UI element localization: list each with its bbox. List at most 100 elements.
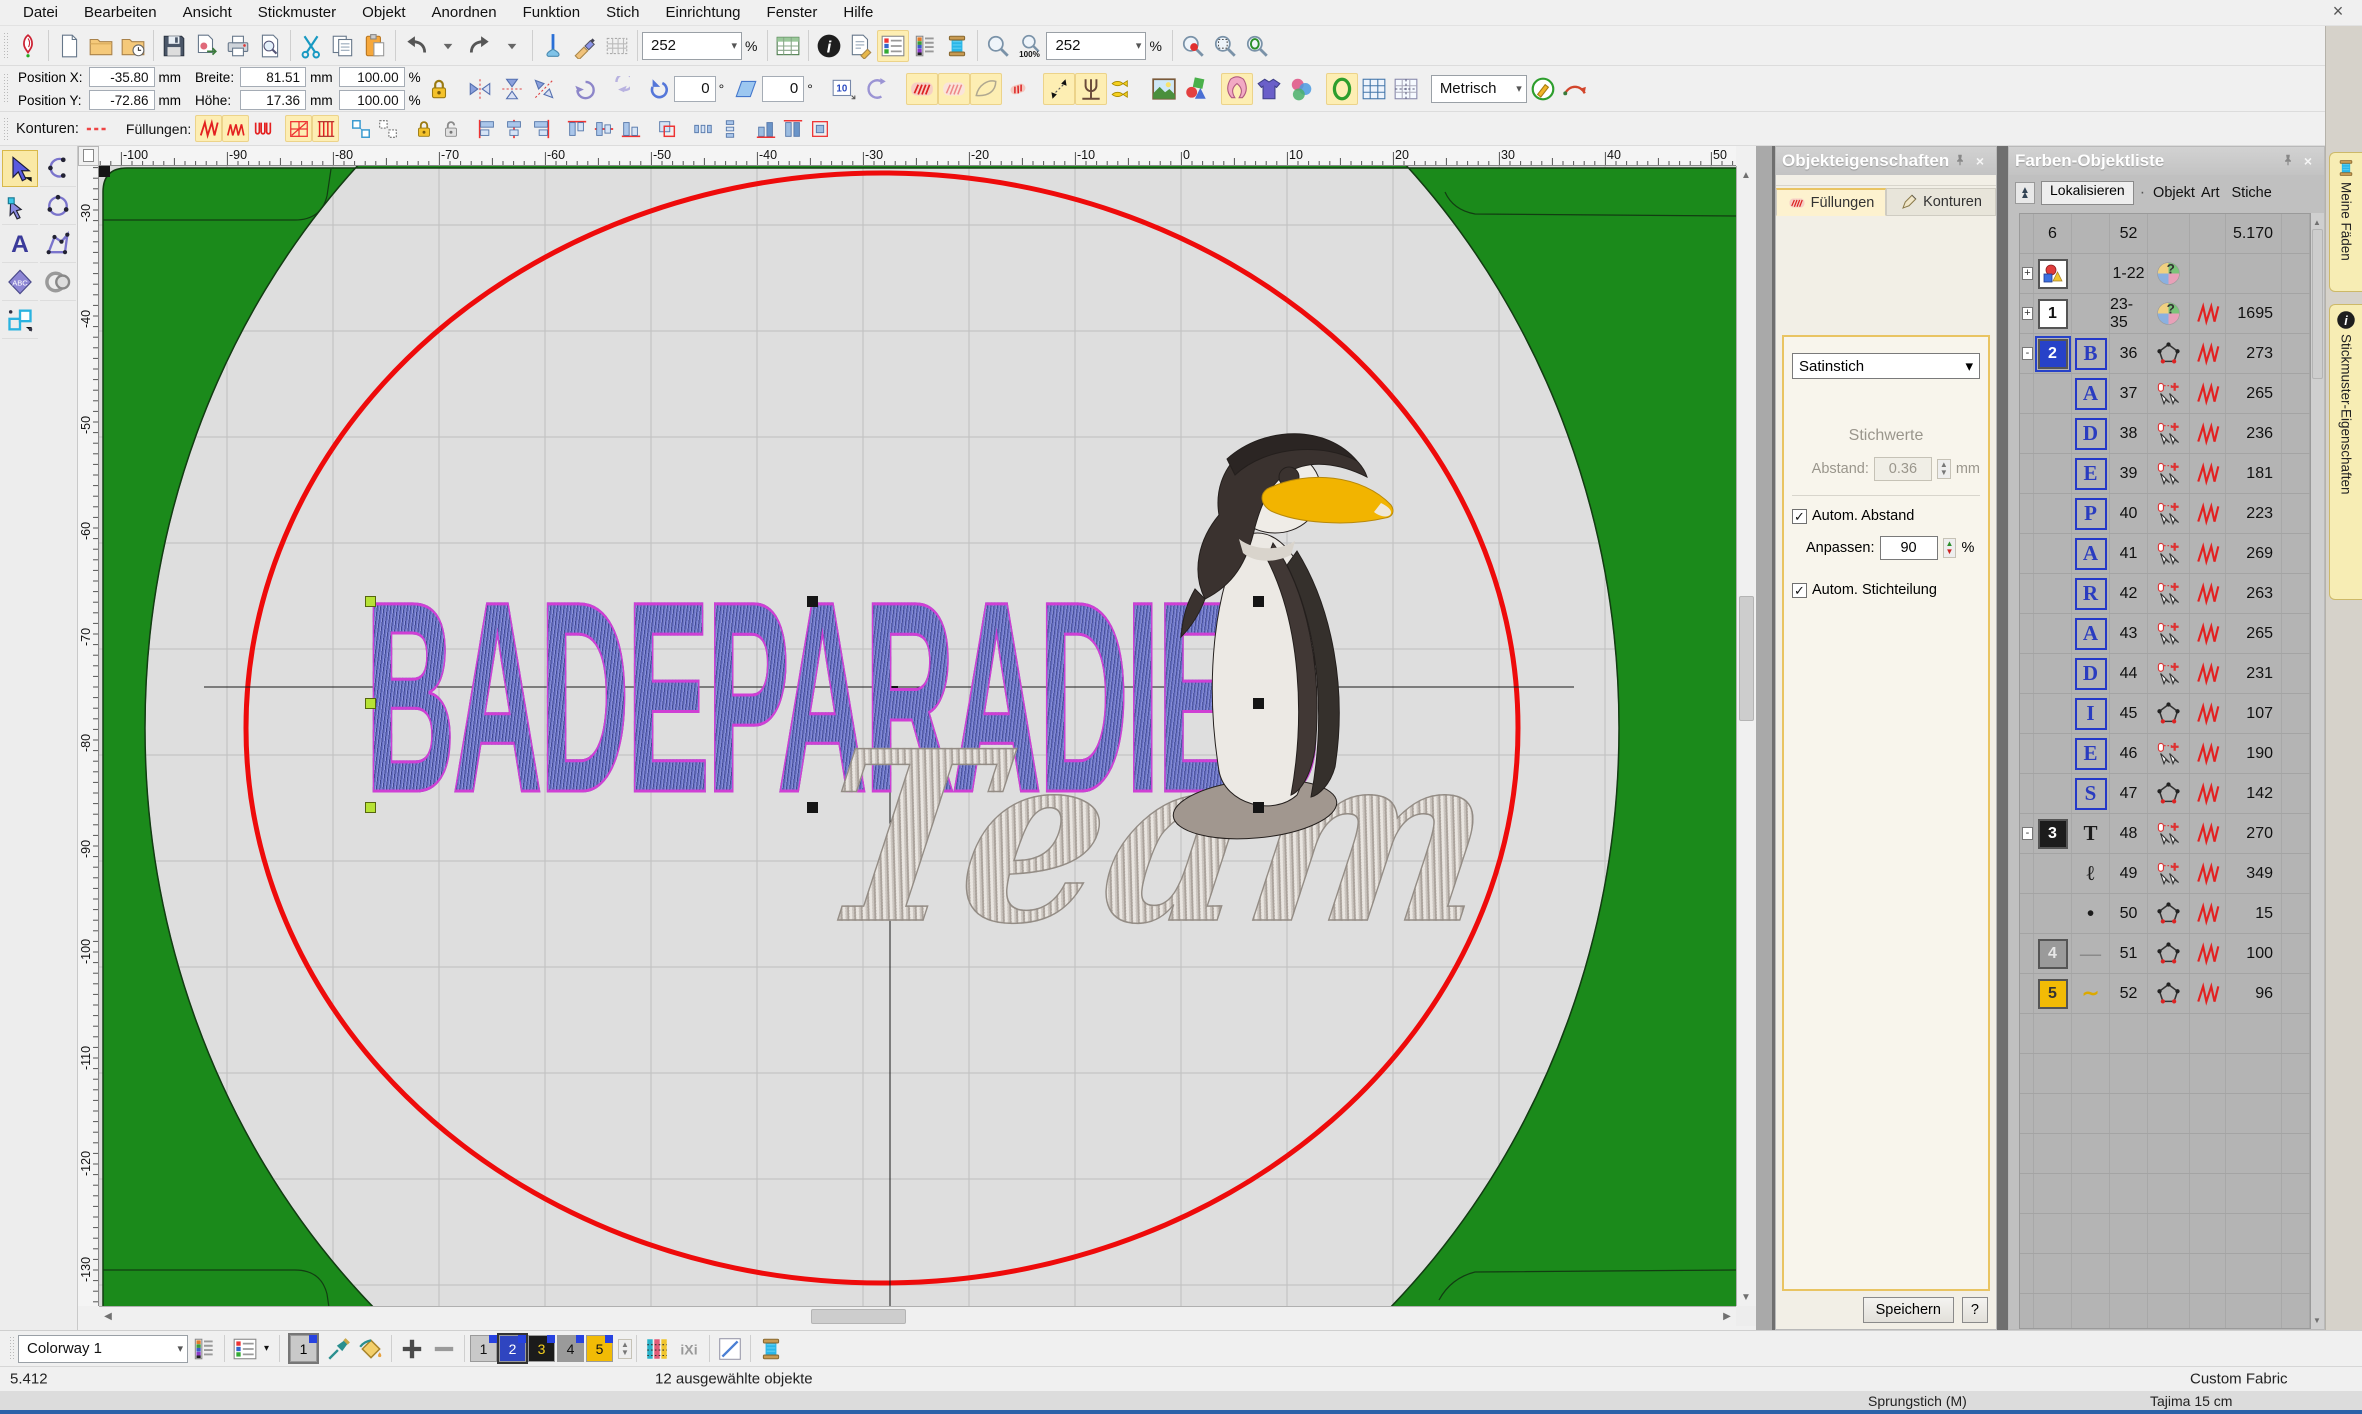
window-close-button[interactable]: ×: [2326, 1, 2350, 22]
skew-angle-field[interactable]: 0: [762, 76, 804, 102]
abstand-field[interactable]: 0.36: [1874, 457, 1932, 481]
auto-abstand-checkbox[interactable]: ✓: [1792, 509, 1807, 524]
hscrollbar-thumb[interactable]: [811, 1309, 906, 1324]
color-film-button[interactable]: [877, 30, 909, 62]
align-top-button[interactable]: [563, 115, 590, 142]
object-list-scroll-thumb[interactable]: [2312, 229, 2323, 379]
select-tool[interactable]: [2, 150, 38, 187]
add-color-button[interactable]: [396, 1333, 428, 1365]
export-design-button[interactable]: [190, 30, 222, 62]
selected-object-glyph[interactable]: D: [2075, 658, 2107, 690]
menu-objekt[interactable]: Objekt: [349, 2, 418, 23]
help-button[interactable]: ?: [1962, 1297, 1988, 1323]
selection-handle[interactable]: [1253, 596, 1264, 607]
abstand-spinner[interactable]: ▲▼: [1937, 459, 1951, 479]
zoom-100-button[interactable]: [1014, 30, 1046, 62]
object-row-52[interactable]: 5∼5296: [2020, 974, 2310, 1014]
distribute-v-button[interactable]: [716, 115, 743, 142]
mirror-horizontal-button[interactable]: [464, 73, 496, 105]
design-info-button[interactable]: [813, 30, 845, 62]
fill-run-button[interactable]: [249, 115, 276, 142]
color-object-list-titlebar[interactable]: Farben-Objektliste ×: [2009, 147, 2324, 175]
menu-einrichtung[interactable]: Einrichtung: [652, 2, 753, 23]
thread-mix-button[interactable]: [641, 1333, 673, 1365]
column-header-stiche[interactable]: Stiche: [2232, 185, 2272, 201]
curve-digitize-tool[interactable]: [40, 150, 76, 187]
lokalisieren-button[interactable]: Lokalisieren: [2041, 181, 2134, 205]
design-canvas[interactable]: BADEPARADIES Team: [99, 166, 1736, 1306]
object-row-23-35[interactable]: +123-351695: [2020, 294, 2310, 334]
collapse-all-button[interactable]: ▲▲: [2015, 182, 2035, 204]
toolbar-drag-handle[interactable]: [3, 117, 9, 140]
stamp-tool[interactable]: [40, 264, 76, 301]
canvas-hscrollbar[interactable]: ◀ ▶: [99, 1306, 1736, 1326]
grid-show-button[interactable]: [1358, 73, 1390, 105]
object-row-1-22[interactable]: +1-22: [2020, 254, 2310, 294]
grid-settings-button[interactable]: [772, 30, 804, 62]
thread-chart-button[interactable]: [188, 1333, 220, 1365]
motif-fill-button[interactable]: [1002, 73, 1034, 105]
color-palette-button[interactable]: [229, 1333, 261, 1365]
column-header-art[interactable]: Art: [2201, 185, 2220, 201]
object-row-40[interactable]: P40223: [2020, 494, 2310, 534]
redo-button[interactable]: [464, 30, 496, 62]
design-properties-button[interactable]: [845, 30, 877, 62]
line-color-button[interactable]: [714, 1333, 746, 1365]
align-left-button[interactable]: [473, 115, 500, 142]
color-swatch-3[interactable]: 3: [528, 1335, 555, 1362]
align-bottom-button[interactable]: [617, 115, 644, 142]
collapse-icon[interactable]: -: [2022, 347, 2033, 360]
expand-icon[interactable]: +: [2022, 267, 2033, 280]
undo-dropdown[interactable]: [432, 30, 464, 62]
anpassen-spinner[interactable]: ▲▼: [1943, 538, 1957, 558]
tatami-fill-button[interactable]: [938, 73, 970, 105]
digitize-settings-button[interactable]: [1527, 73, 1559, 105]
object-row-50[interactable]: •5015: [2020, 894, 2310, 934]
insert-picture-button[interactable]: [1148, 73, 1180, 105]
stitch-player-button[interactable]: [537, 30, 569, 62]
swatch-scroll-spinner[interactable]: ▲▼: [618, 1339, 632, 1359]
layout-tool[interactable]: [2, 302, 38, 339]
panel-resize-strip[interactable]: [1756, 146, 1775, 1330]
canvas-vscrollbar[interactable]: ▲ ▼: [1736, 166, 1756, 1306]
fill-cross-button[interactable]: [285, 115, 312, 142]
color-group-box[interactable]: 1: [2038, 299, 2068, 329]
new-design-button[interactable]: [53, 30, 85, 62]
fill-stitch-button[interactable]: [312, 115, 339, 142]
object-row-36[interactable]: -2B36273: [2020, 334, 2310, 374]
menu-datei[interactable]: Datei: [10, 2, 71, 23]
selected-object-glyph[interactable]: B: [2075, 338, 2107, 370]
selection-handle[interactable]: [807, 596, 818, 607]
open-recent-button[interactable]: [117, 30, 149, 62]
object-glyph[interactable]: ∼: [2082, 981, 2100, 1006]
skew-button[interactable]: [730, 73, 762, 105]
zoom-stitches-button[interactable]: [1209, 30, 1241, 62]
toolbar-drag-handle[interactable]: [3, 32, 9, 59]
pos-x-field[interactable]: -35.80: [89, 67, 155, 87]
arc-transform-button[interactable]: [860, 73, 892, 105]
pos-y-field[interactable]: -72.86: [89, 90, 155, 110]
mirror-vertical-button[interactable]: [496, 73, 528, 105]
object-glyph[interactable]: ℓ: [2087, 861, 2095, 886]
cycle-colors-button[interactable]: [673, 1333, 705, 1365]
thread-colors-button[interactable]: [909, 30, 941, 62]
zoom-selected-button[interactable]: [1177, 30, 1209, 62]
object-row-41[interactable]: A41269: [2020, 534, 2310, 574]
color-swatch-5[interactable]: 5: [586, 1335, 613, 1362]
tab-fuellungen[interactable]: Füllungen: [1776, 188, 1886, 216]
object-glyph[interactable]: T: [2083, 821, 2097, 846]
same-height-button[interactable]: [779, 115, 806, 142]
app-logo-icon[interactable]: [12, 30, 44, 62]
menu-anordnen[interactable]: Anordnen: [419, 2, 510, 23]
color-group-box[interactable]: 4: [2038, 939, 2068, 969]
proportional-lock-icon[interactable]: [423, 73, 455, 105]
expand-icon[interactable]: +: [2022, 307, 2033, 320]
monogram-tool[interactable]: [2, 264, 38, 301]
remove-color-button[interactable]: [428, 1333, 460, 1365]
align-center-v-button[interactable]: [500, 115, 527, 142]
object-row-48[interactable]: -3T48270: [2020, 814, 2310, 854]
color-group-box[interactable]: 5: [2038, 979, 2068, 1009]
align-right-button[interactable]: [527, 115, 554, 142]
auto-stichteilung-checkbox[interactable]: ✓: [1792, 583, 1807, 598]
thread-spool-button[interactable]: [941, 30, 973, 62]
